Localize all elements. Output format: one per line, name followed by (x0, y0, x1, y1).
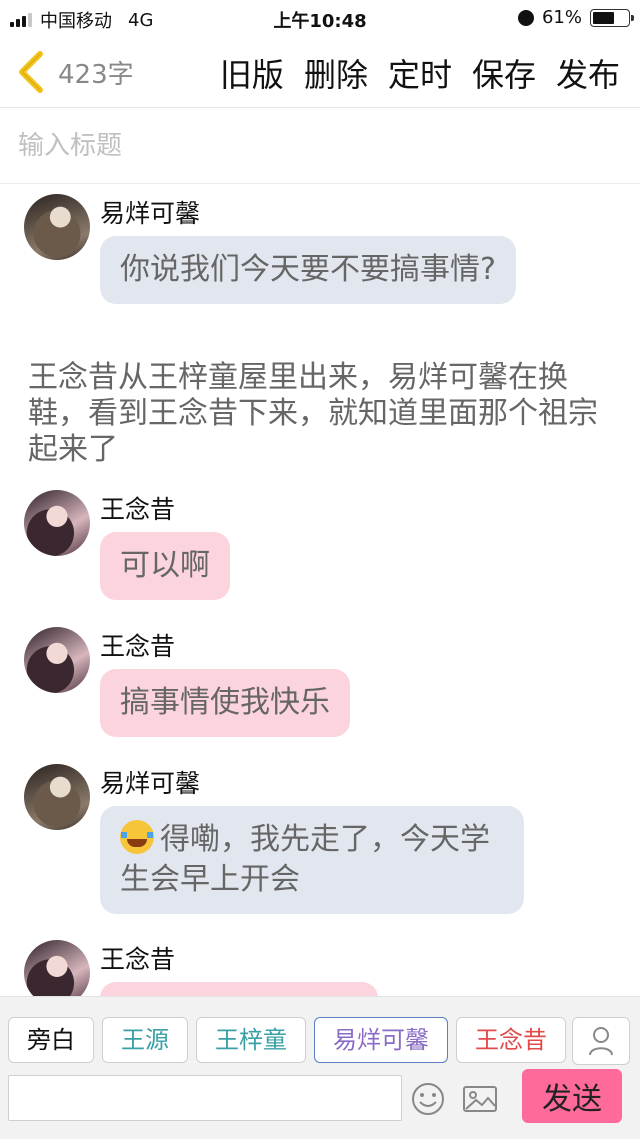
message-input[interactable] (8, 1075, 402, 1121)
image-button[interactable] (460, 1081, 500, 1117)
message-text: 得嘞，我先走了，今天学生会早上开会 (120, 822, 490, 897)
back-arrow-icon (19, 51, 43, 93)
battery-icon (590, 8, 634, 27)
role-list[interactable]: 旁白 王源 王梓童 易烊可馨 王念昔 (8, 1017, 572, 1065)
avatar[interactable] (24, 490, 90, 556)
message-bubble[interactable] (100, 982, 378, 996)
status-right: 61% (517, 7, 634, 28)
battery-percent: 61% (541, 7, 582, 28)
back-button[interactable] (14, 50, 48, 94)
editor-toolbar: 423字 旧版 删除 定时 保存 发布 (0, 36, 640, 108)
delete-button[interactable]: 删除 (304, 50, 368, 96)
message-bubble[interactable]: 得嘞，我先走了，今天学生会早上开会 (100, 806, 524, 914)
chat-message[interactable]: 王念昔 可以啊 (0, 490, 640, 610)
chat-message[interactable]: 易烊可馨 你说我们今天要不要搞事情? (0, 194, 640, 344)
emoji-button[interactable] (410, 1081, 446, 1117)
battery-fill (593, 11, 614, 24)
image-icon (463, 1086, 497, 1112)
avatar[interactable] (24, 627, 90, 693)
sender-name: 王念昔 (100, 632, 176, 661)
add-role-button[interactable] (572, 1017, 630, 1065)
avatar[interactable] (24, 940, 90, 996)
role-wang-yuan[interactable]: 王源 (102, 1017, 188, 1063)
avatar[interactable] (24, 194, 90, 260)
word-count: 423字 (58, 60, 134, 90)
sender-name: 易烊可馨 (100, 769, 201, 798)
alarm-icon (517, 9, 534, 26)
role-yi-yang-kexin[interactable]: 易烊可馨 (314, 1017, 448, 1063)
person-icon (589, 1027, 613, 1056)
chat-message[interactable]: 易烊可馨 得嘞，我先走了，今天学生会早上开会 (0, 764, 640, 924)
message-bubble[interactable]: 搞事情使我快乐 (100, 669, 350, 737)
chat-message[interactable]: 王念昔 搞事情使我快乐 (0, 627, 640, 747)
role-wang-nianxi[interactable]: 王念昔 (456, 1017, 566, 1063)
role-narrator[interactable]: 旁白 (8, 1017, 94, 1063)
sender-name: 王念昔 (100, 945, 176, 974)
schedule-button[interactable]: 定时 (388, 50, 452, 96)
save-button[interactable]: 保存 (472, 50, 536, 96)
narration-text[interactable]: 王念昔从王梓童屋里出来，易烊可馨在换鞋，看到王念昔下来，就知道里面那个祖宗起来了 (28, 360, 608, 468)
story-content[interactable]: 易烊可馨 你说我们今天要不要搞事情? 王念昔从王梓童屋里出来，易烊可馨在换鞋，看… (0, 184, 640, 996)
avatar[interactable] (24, 764, 90, 830)
sender-name: 易烊可馨 (100, 199, 201, 228)
smiley-icon (412, 1083, 444, 1115)
input-row: 发送 (0, 1069, 640, 1129)
publish-button[interactable]: 发布 (556, 50, 620, 96)
title-input[interactable] (18, 108, 618, 184)
status-bar: 中国移动 4G 上午10:48 61% (0, 0, 640, 36)
old-version-button[interactable]: 旧版 (220, 50, 284, 96)
composer-panel: 旁白 王源 王梓童 易烊可馨 王念昔 发送 (0, 996, 640, 1139)
toolbar-actions: 旧版 删除 定时 保存 发布 (220, 50, 620, 96)
sender-name: 王念昔 (100, 495, 176, 524)
message-bubble[interactable]: 可以啊 (100, 532, 230, 600)
role-wang-zitong[interactable]: 王梓童 (196, 1017, 306, 1063)
send-button[interactable]: 发送 (522, 1069, 622, 1123)
title-field (0, 108, 640, 184)
message-bubble[interactable]: 你说我们今天要不要搞事情? (100, 236, 516, 304)
role-selector: 旁白 王源 王梓童 易烊可馨 王念昔 (0, 1017, 640, 1065)
chat-message[interactable]: 王念昔 (0, 940, 640, 996)
laughing-tears-emoji-icon (120, 820, 154, 854)
